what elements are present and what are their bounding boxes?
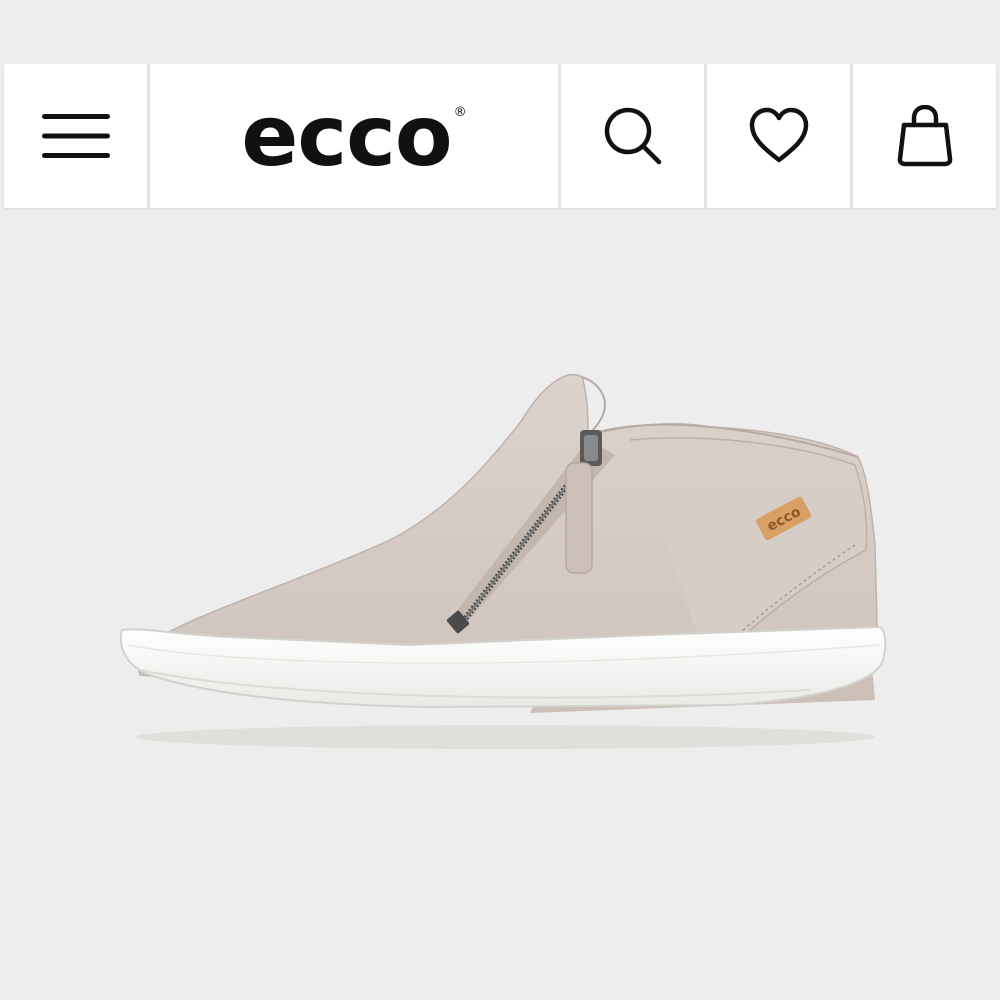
- heart-icon: [749, 107, 808, 163]
- search-icon: [604, 107, 661, 165]
- shopping-bag-icon: [897, 105, 952, 167]
- logo-text: ecco: [241, 87, 452, 185]
- registered-mark: ®: [453, 105, 467, 120]
- hamburger-menu-icon: [41, 114, 110, 158]
- brand-logo[interactable]: ecco ®: [150, 64, 558, 208]
- shopping-bag-button[interactable]: [853, 64, 996, 208]
- menu-button[interactable]: [4, 64, 147, 208]
- wishlist-button[interactable]: [707, 64, 850, 208]
- search-button[interactable]: [561, 64, 704, 208]
- page: ecco ® ecco: [0, 0, 1000, 1000]
- product-image[interactable]: ecco: [110, 345, 890, 755]
- logo: ecco ®: [241, 94, 466, 178]
- top-navigation-bar: ecco ®: [4, 64, 996, 208]
